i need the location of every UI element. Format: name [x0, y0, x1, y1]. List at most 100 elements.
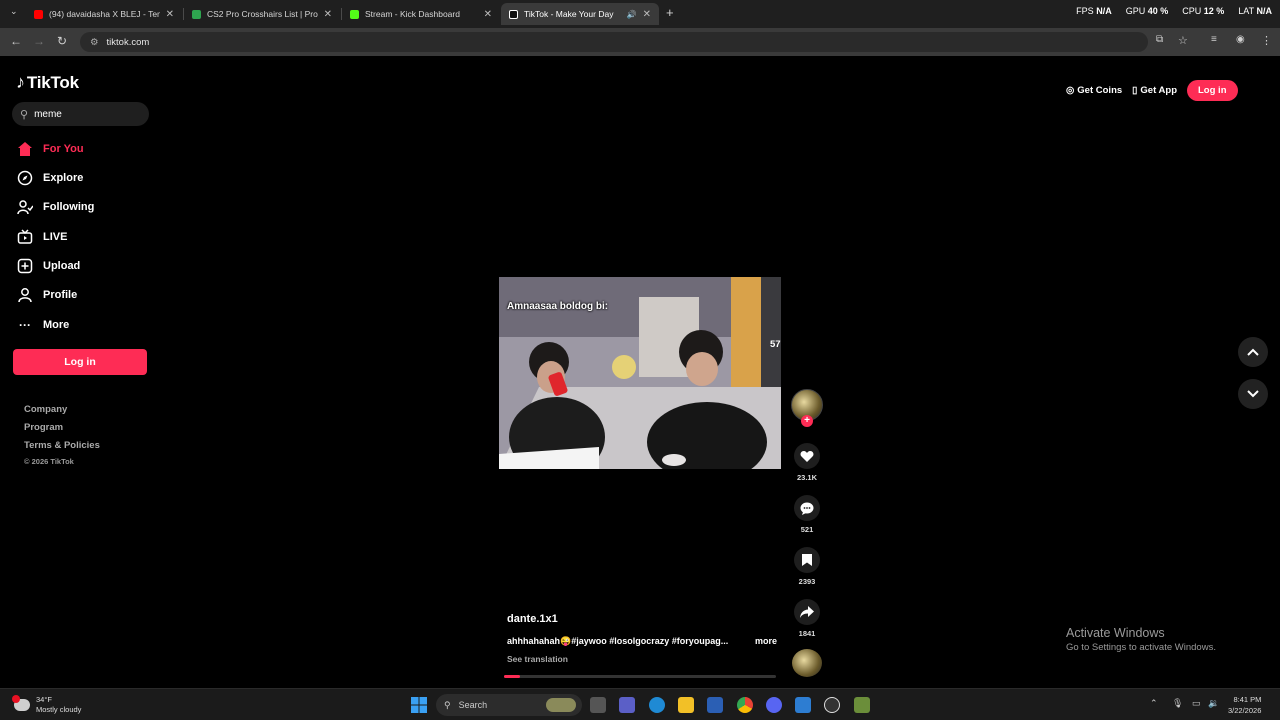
performance-overlay: FPS N/A GPU 40 % CPU 12 % LAT N/A — [1076, 6, 1272, 16]
heart-icon[interactable] — [794, 443, 820, 469]
task-view-icon[interactable] — [590, 697, 606, 713]
chevron-down-icon — [1247, 390, 1259, 398]
comment-icon[interactable] — [794, 495, 820, 521]
tiktok-note-icon: ♪ — [16, 72, 25, 92]
footer-link-terms[interactable]: Terms & Policies — [24, 440, 100, 451]
close-tab-icon[interactable]: ✕ — [324, 9, 332, 20]
more-dots-icon: ··· — [19, 318, 31, 332]
sidebar-item-upload[interactable]: Upload — [16, 257, 80, 275]
back-icon[interactable]: ← — [10, 34, 22, 48]
sidebar-item-profile[interactable]: Profile — [16, 286, 77, 304]
teams-icon[interactable] — [619, 697, 635, 713]
bookmark-icon[interactable] — [794, 547, 820, 573]
sidebar-login-button[interactable]: Log in — [13, 349, 147, 375]
speaker-icon[interactable]: 🔊 — [627, 10, 637, 19]
install-app-icon[interactable]: ⧉ — [1156, 34, 1163, 45]
activate-windows-watermark: Activate Windows Go to Settings to activ… — [1066, 626, 1216, 653]
microphone-icon[interactable]: 🎙 — [1172, 698, 1183, 709]
close-tab-icon[interactable]: ✕ — [484, 9, 492, 20]
taskbar-clock[interactable]: 8:41 PM 3/22/2026 — [1228, 694, 1261, 716]
url-field[interactable]: ⚙ tiktok.com — [80, 32, 1148, 52]
menu-dots-icon[interactable]: ⋮ — [1261, 34, 1272, 47]
windows-start-icon[interactable] — [411, 697, 427, 713]
header-login-button[interactable]: Log in — [1187, 79, 1238, 101]
like-action[interactable]: 23.1K — [792, 443, 822, 482]
follow-plus-button[interactable]: + — [801, 415, 813, 427]
taskbar-search[interactable]: ⚲ Search — [436, 694, 582, 716]
header-actions: ◎ Get Coins ▯ Get App Log in — [1066, 79, 1238, 101]
caption-more-link[interactable]: more — [755, 636, 777, 647]
site-info-icon[interactable]: ⚙ — [90, 37, 99, 48]
procrosshair-icon — [192, 9, 201, 19]
compass-icon — [16, 169, 34, 187]
share-arrow-icon[interactable] — [794, 599, 820, 625]
tray-chevron-up-icon[interactable]: ⌃ — [1150, 698, 1158, 709]
chrome-icon[interactable] — [737, 697, 753, 713]
tab-youtube[interactable]: (94) davaidasha X BLEJ - Temtr... ✕ — [26, 3, 182, 25]
get-app-button[interactable]: ▯ Get App — [1132, 85, 1177, 96]
search-input[interactable]: ⚲ meme — [12, 102, 149, 126]
tab-search-icon[interactable]: ⌄ — [10, 6, 18, 17]
video-side-number: 57 — [770, 339, 781, 350]
video-progress-bar[interactable] — [504, 675, 776, 678]
tab-kick[interactable]: Stream - Kick Dashboard ✕ — [342, 3, 500, 25]
home-icon — [16, 140, 34, 158]
reading-list-icon[interactable]: ≡ — [1211, 34, 1217, 45]
profile-avatar-icon[interactable]: ◉ — [1236, 34, 1245, 45]
app-window-icon[interactable] — [795, 697, 811, 713]
sidebar-item-live[interactable]: LIVE — [16, 228, 67, 246]
music-disc-avatar[interactable] — [792, 649, 822, 677]
new-tab-button[interactable]: + — [666, 5, 674, 20]
sidebar-item-following[interactable]: Following — [16, 198, 94, 216]
video-author[interactable]: dante.1x1 — [507, 613, 558, 625]
comment-action[interactable]: 521 — [792, 495, 822, 534]
video-overlay-caption: Amnaasaa boldog bi: — [507, 301, 609, 312]
tab-tiktok[interactable]: TikTok - Make Your Day 🔊 ✕ — [501, 3, 659, 25]
reload-icon[interactable]: ↻ — [57, 34, 67, 48]
sidebar-item-explore[interactable]: Explore — [16, 169, 83, 187]
cloud-icon — [12, 695, 30, 711]
get-coins-button[interactable]: ◎ Get Coins — [1066, 85, 1122, 96]
upload-plus-icon — [16, 257, 34, 275]
footer-link-program[interactable]: Program — [24, 422, 63, 433]
caption-text: ahhhahahah😜#jaywoo #losolgocrazy #foryou… — [507, 636, 729, 646]
search-icon: ⚲ — [444, 699, 451, 710]
volume-icon[interactable]: 🔉 — [1208, 698, 1219, 709]
discord-icon[interactable] — [766, 697, 782, 713]
search-icon: ⚲ — [20, 108, 29, 121]
steam-icon[interactable] — [824, 697, 840, 713]
comment-count: 521 — [800, 525, 814, 534]
display-icon[interactable]: ▭ — [1192, 698, 1201, 709]
bookmark-star-icon[interactable]: ☆ — [1178, 34, 1188, 47]
cpu-value: 12 % — [1203, 6, 1225, 16]
store-icon[interactable] — [707, 697, 723, 713]
share-action[interactable]: 1841 — [792, 599, 822, 638]
forward-icon[interactable]: → — [33, 34, 45, 48]
video-progress-fill — [504, 675, 521, 678]
weather-widget[interactable]: 34°F Mostly cloudy — [12, 695, 81, 715]
gpu-value: 40 % — [1147, 6, 1169, 16]
see-translation-link[interactable]: See translation — [507, 654, 568, 664]
tiktok-logo[interactable]: ♪ TikTok — [16, 72, 79, 93]
minecraft-icon[interactable] — [854, 697, 870, 713]
next-video-button[interactable] — [1238, 379, 1268, 409]
tab-procrosshair[interactable]: CS2 Pro Crosshairs List | ProCr... ✕ — [184, 3, 340, 25]
share-count: 1841 — [798, 629, 816, 638]
copyright-text: © 2026 TikTok — [24, 457, 74, 466]
notification-dot — [12, 695, 20, 703]
footer-link-company[interactable]: Company — [24, 404, 67, 415]
close-tab-icon[interactable]: ✕ — [166, 9, 174, 20]
search-highlight-image — [546, 698, 576, 712]
coin-icon: ◎ — [1066, 84, 1075, 96]
video-player[interactable]: Amnaasaa boldog bi: — [499, 277, 781, 469]
file-explorer-icon[interactable] — [678, 697, 694, 713]
sidebar-item-for-you[interactable]: For You — [16, 140, 84, 158]
previous-video-button[interactable] — [1238, 337, 1268, 367]
close-tab-icon[interactable]: ✕ — [643, 9, 651, 20]
lat-value: N/A — [1256, 6, 1273, 16]
address-bar-row: ← → ↻ ⚙ tiktok.com ⧉ ☆ ≡ ◉ ⋮ — [0, 28, 1280, 56]
edge-icon[interactable] — [649, 697, 665, 713]
sidebar-item-more[interactable]: ··· More — [16, 316, 69, 334]
browser-tab-bar: ⌄ (94) davaidasha X BLEJ - Temtr... ✕ CS… — [0, 0, 1280, 28]
save-action[interactable]: 2393 — [792, 547, 822, 586]
